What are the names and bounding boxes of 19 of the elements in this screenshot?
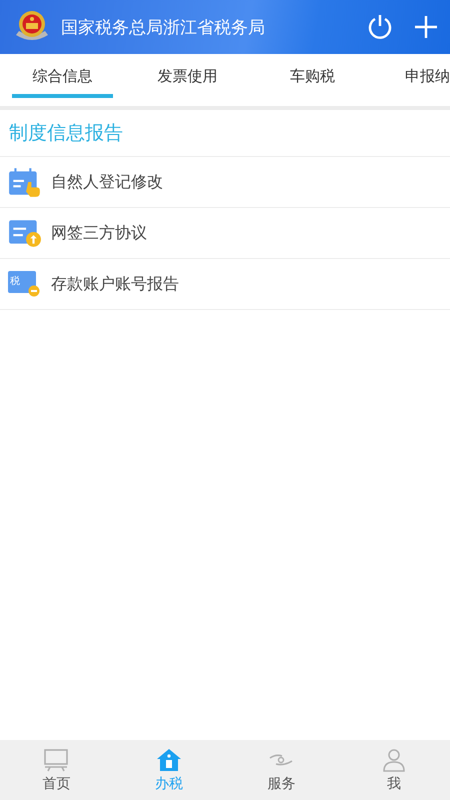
nav-item[interactable]: 首页 [0,740,112,800]
power-icon[interactable] [366,13,394,41]
document-upload-icon [8,218,42,248]
menu-item[interactable]: 税 存款账户账号报告 [0,259,450,310]
tab[interactable]: 综合信息 [0,54,125,106]
add-icon[interactable] [412,13,440,41]
monitor-icon [43,748,70,772]
menu-item[interactable]: 自然人登记修改 [0,157,450,208]
tab[interactable]: 车购税 [250,54,375,106]
app-title: 国家税务总局浙江省税务局 [61,16,266,38]
calendar-icon [8,167,42,197]
house-icon [156,748,182,772]
tab[interactable]: 申报纳 [375,54,450,106]
menu-item[interactable]: 网签三方协议 [0,208,450,259]
tab[interactable]: 发票使用 [125,54,250,106]
section-title: 制度信息报告 [0,110,450,157]
person-icon [380,748,407,772]
nav-item[interactable]: 我 [338,740,450,800]
nav-item[interactable]: 服务 [225,740,338,800]
